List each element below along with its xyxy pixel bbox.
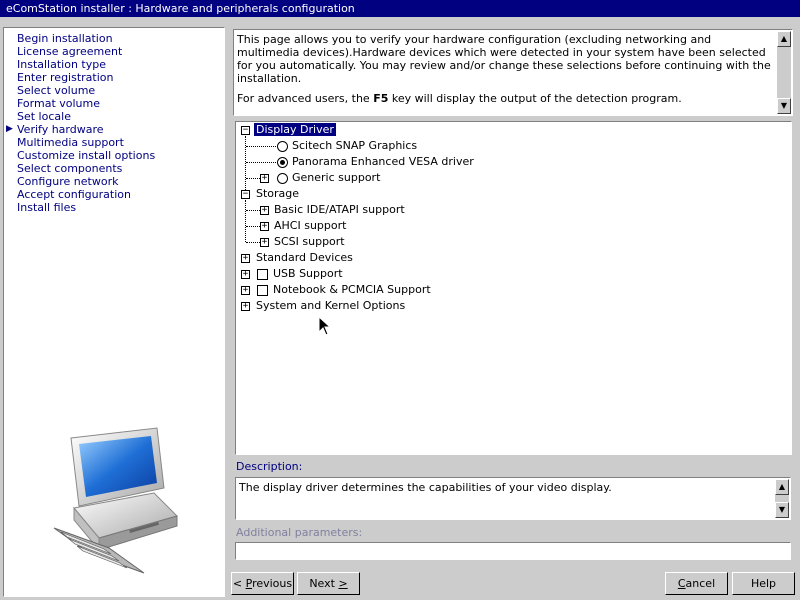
mouse-pointer-icon (318, 316, 332, 336)
tree-item-system[interactable]: System and Kernel Options (256, 299, 405, 313)
step-select-volume[interactable]: Select volume (17, 84, 155, 97)
description-text: The display driver determines the capabi… (239, 481, 612, 494)
expand-scsi-icon[interactable]: + (260, 238, 269, 247)
desc-scroll-down-icon[interactable]: ▼ (775, 502, 789, 518)
collapse-storage-icon[interactable]: − (241, 190, 250, 199)
expand-generic-icon[interactable]: + (260, 174, 269, 183)
intro-scrollbar[interactable]: ▲ ▼ (777, 31, 791, 114)
radio-generic[interactable] (277, 173, 288, 184)
previous-button[interactable]: < Previous (231, 572, 294, 595)
tree-item-ahci[interactable]: AHCI support (274, 219, 346, 233)
steps-list: Begin installation License agreement Ins… (6, 32, 155, 214)
steps-sidebar: Begin installation License agreement Ins… (3, 27, 225, 597)
cancel-button[interactable]: Cancel (665, 572, 728, 595)
next-button[interactable]: Next > (297, 572, 360, 595)
current-step-arrow-icon: ▶ (6, 124, 13, 134)
help-button[interactable]: Help (732, 572, 795, 595)
hardware-tree[interactable]: − Display Driver Scitech SNAP Graphics P… (235, 121, 792, 455)
expand-usb-icon[interactable]: + (241, 270, 250, 279)
intro-paragraph-2: For advanced users, the F5 key will disp… (237, 92, 682, 105)
expand-notebook-icon[interactable]: + (241, 286, 250, 295)
window-title-bar: eComStation installer : Hardware and per… (0, 0, 800, 17)
description-scrollbar[interactable]: ▲ ▼ (775, 479, 789, 518)
tree-item-notebook[interactable]: Notebook & PCMCIA Support (273, 283, 431, 297)
window-title: eComStation installer : Hardware and per… (6, 2, 355, 15)
scroll-up-icon[interactable]: ▲ (777, 31, 791, 47)
expand-ide-icon[interactable]: + (260, 206, 269, 215)
desc-scroll-up-icon[interactable]: ▲ (775, 479, 789, 495)
checkbox-usb[interactable] (257, 269, 268, 280)
additional-parameters-label: Additional parameters: (236, 526, 363, 539)
step-install-files[interactable]: Install files (17, 201, 155, 214)
radio-panorama[interactable] (277, 157, 288, 168)
computer-illustration-icon (53, 427, 178, 574)
step-format-volume[interactable]: Format volume (17, 97, 155, 110)
intro-text-box: This page allows you to verify your hard… (233, 29, 793, 116)
tree-item-generic[interactable]: Generic support (292, 171, 380, 185)
tree-item-ide[interactable]: Basic IDE/ATAPI support (274, 203, 405, 217)
step-installation-type[interactable]: Installation type (17, 58, 155, 71)
tree-item-standard[interactable]: Standard Devices (256, 251, 353, 265)
description-label: Description: (236, 460, 303, 473)
additional-parameters-input[interactable] (235, 542, 791, 560)
step-set-locale[interactable]: Set locale (17, 110, 155, 123)
step-multimedia-support[interactable]: Multimedia support (17, 136, 155, 149)
tree-item-display-driver[interactable]: Display Driver (254, 123, 336, 137)
step-accept-configuration[interactable]: Accept configuration (17, 188, 155, 201)
step-begin-installation[interactable]: Begin installation (17, 32, 155, 45)
step-select-components[interactable]: Select components (17, 162, 155, 175)
step-configure-network[interactable]: Configure network (17, 175, 155, 188)
step-verify-hardware[interactable]: ▶ Verify hardware (6, 123, 155, 136)
tree-item-storage[interactable]: Storage (256, 187, 299, 201)
tree-item-usb[interactable]: USB Support (273, 267, 343, 281)
tree-item-scitech[interactable]: Scitech SNAP Graphics (292, 139, 417, 153)
radio-scitech[interactable] (277, 141, 288, 152)
step-license-agreement[interactable]: License agreement (17, 45, 155, 58)
description-box: The display driver determines the capabi… (235, 477, 791, 520)
expand-standard-icon[interactable]: + (241, 254, 250, 263)
step-enter-registration[interactable]: Enter registration (17, 71, 155, 84)
tree-item-panorama[interactable]: Panorama Enhanced VESA driver (292, 155, 474, 169)
tree-item-scsi[interactable]: SCSI support (274, 235, 345, 249)
intro-paragraph-1: This page allows you to verify your hard… (237, 33, 771, 85)
checkbox-notebook[interactable] (257, 285, 268, 296)
scroll-down-icon[interactable]: ▼ (777, 98, 791, 114)
step-customize-install-options[interactable]: Customize install options (17, 149, 155, 162)
collapse-display-driver-icon[interactable]: − (241, 126, 250, 135)
expand-system-icon[interactable]: + (241, 302, 250, 311)
expand-ahci-icon[interactable]: + (260, 222, 269, 231)
